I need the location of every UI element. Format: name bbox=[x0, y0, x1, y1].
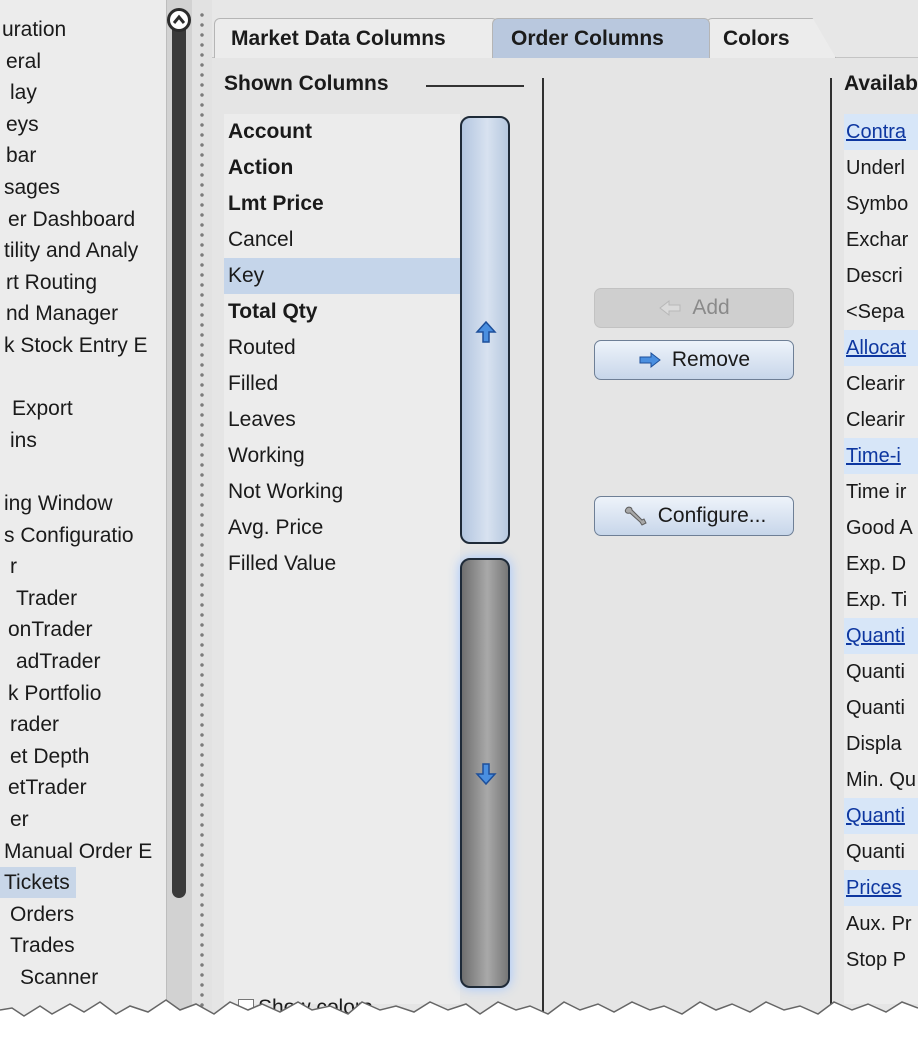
tree-item[interactable]: eral bbox=[0, 46, 41, 77]
available-column-item[interactable]: Underl bbox=[844, 150, 918, 186]
tree-item[interactable]: Tickets bbox=[0, 867, 76, 899]
shown-column-item[interactable]: Key bbox=[224, 258, 460, 294]
tree-item[interactable]: Trades bbox=[0, 930, 75, 961]
section-rule bbox=[426, 85, 524, 87]
available-column-group[interactable]: Quanti bbox=[844, 618, 918, 654]
tab-bar: Market Data Columns Colors Order Columns bbox=[212, 0, 918, 58]
available-column-item[interactable]: Symbo bbox=[844, 186, 918, 222]
shown-column-item[interactable]: Working bbox=[224, 438, 460, 474]
available-column-item[interactable]: Clearir bbox=[844, 402, 918, 438]
remove-button-label: Remove bbox=[671, 348, 751, 371]
configure-button[interactable]: Configure... bbox=[594, 496, 794, 536]
tree-item[interactable]: Trader bbox=[0, 583, 77, 614]
available-column-item[interactable]: Quanti bbox=[844, 834, 918, 870]
available-column-item[interactable]: Stop P bbox=[844, 942, 918, 978]
tree-item[interactable]: rader bbox=[0, 709, 59, 740]
column-divider bbox=[830, 78, 832, 1015]
tree-item[interactable]: er bbox=[0, 804, 29, 835]
available-column-group[interactable]: Time-i bbox=[844, 438, 918, 474]
wrench-icon bbox=[624, 507, 647, 527]
tab-colors[interactable]: Colors bbox=[706, 18, 836, 58]
available-column-item[interactable]: Min. Qu bbox=[844, 762, 918, 798]
arrow-down-icon bbox=[475, 763, 497, 786]
move-down-button[interactable] bbox=[460, 558, 510, 988]
tab-market-data-columns[interactable]: Market Data Columns bbox=[214, 18, 498, 58]
arrow-up-icon bbox=[475, 320, 497, 343]
tree-item[interactable]: Orders bbox=[0, 899, 74, 930]
available-column-group[interactable]: Quanti bbox=[844, 798, 918, 834]
tree-item[interactable]: ing Window bbox=[0, 488, 113, 519]
available-columns-header: Availab bbox=[844, 72, 918, 95]
tree-scrollbar-thumb[interactable] bbox=[172, 22, 186, 898]
tree-item[interactable]: adTrader bbox=[0, 646, 100, 677]
tree-item[interactable]: onTrader bbox=[0, 614, 92, 645]
tree-item[interactable]: bar bbox=[0, 140, 36, 171]
columns-config-panel: Market Data Columns Colors Order Columns… bbox=[212, 0, 918, 1019]
shown-column-item[interactable]: Avg. Price bbox=[224, 510, 460, 546]
tree-item[interactable]: lay bbox=[0, 77, 37, 108]
tree-item[interactable]: uration bbox=[0, 14, 66, 45]
shown-column-item[interactable]: Cancel bbox=[224, 222, 460, 258]
available-columns-list[interactable]: Contra Underl Symbo Exchar Descri <Sepa Alloca… bbox=[844, 114, 918, 1004]
shown-column-item[interactable]: Filled Value bbox=[224, 546, 460, 582]
shown-column-item[interactable]: Leaves bbox=[224, 402, 460, 438]
torn-edge-decoration bbox=[0, 999, 918, 1057]
chevron-up-icon bbox=[173, 14, 185, 24]
available-column-item[interactable]: Aux. Pr bbox=[844, 906, 918, 942]
move-up-button[interactable] bbox=[460, 116, 510, 544]
splitter-grip bbox=[200, 10, 204, 1010]
shown-column-item[interactable]: Action bbox=[224, 150, 460, 186]
shown-column-item[interactable]: Routed bbox=[224, 330, 460, 366]
available-column-item[interactable]: Exp. Ti bbox=[844, 582, 918, 618]
available-column-group[interactable]: Contra bbox=[844, 114, 918, 150]
shown-columns-list[interactable]: Account Action Lmt Price Cancel Key Total Qty… bbox=[224, 114, 460, 1004]
tree-item[interactable]: Manual Order E bbox=[0, 836, 152, 867]
tree-item[interactable]: sages bbox=[0, 172, 60, 203]
available-column-item[interactable]: Good A bbox=[844, 510, 918, 546]
settings-tree-panel: uration eral lay eys bar sages er Dashboard til… bbox=[0, 0, 192, 1015]
available-column-group[interactable]: Allocat bbox=[844, 330, 918, 366]
tree-item[interactable]: nd Manager bbox=[0, 298, 118, 329]
shown-column-item[interactable]: Filled bbox=[224, 366, 460, 402]
tree-item[interactable]: eys bbox=[0, 109, 39, 140]
tree-item[interactable]: rt Routing bbox=[0, 267, 97, 298]
available-column-item[interactable]: Quanti bbox=[844, 690, 918, 726]
tree-item[interactable]: k Stock Entry E bbox=[0, 330, 148, 361]
column-divider bbox=[542, 78, 544, 1015]
add-button-label: Add bbox=[692, 296, 730, 319]
tree-item[interactable]: k Portfolio bbox=[0, 678, 101, 709]
available-column-item[interactable]: Time ir bbox=[844, 474, 918, 510]
arrow-left-icon bbox=[659, 300, 681, 317]
available-column-item[interactable]: Descri bbox=[844, 258, 918, 294]
tree-item[interactable]: ins bbox=[0, 425, 37, 456]
available-column-item[interactable]: Clearir bbox=[844, 366, 918, 402]
arrow-right-icon bbox=[639, 352, 661, 369]
remove-button[interactable]: Remove bbox=[594, 340, 794, 380]
tab-content: Shown Columns Account Action Lmt Price Canc… bbox=[212, 58, 918, 1019]
available-column-item[interactable]: Exp. D bbox=[844, 546, 918, 582]
tree-item[interactable]: s Configuratio bbox=[0, 520, 134, 551]
tree-item[interactable]: etTrader bbox=[0, 772, 87, 803]
shown-column-item[interactable]: Lmt Price bbox=[224, 186, 460, 222]
tree-item[interactable]: tility and Analy bbox=[0, 235, 138, 266]
available-column-item[interactable]: Exchar bbox=[844, 222, 918, 258]
shown-column-item[interactable]: Not Working bbox=[224, 474, 460, 510]
configure-button-label: Configure... bbox=[657, 504, 767, 527]
shown-columns-header: Shown Columns bbox=[224, 72, 389, 95]
available-column-item[interactable]: Quanti bbox=[844, 654, 918, 690]
shown-column-item[interactable]: Account bbox=[224, 114, 460, 150]
tree-item[interactable]: r bbox=[0, 551, 17, 582]
panel-splitter[interactable] bbox=[192, 0, 212, 1015]
add-button[interactable]: Add bbox=[594, 288, 794, 328]
tree-item[interactable]: er Dashboard bbox=[0, 204, 135, 235]
shown-column-item[interactable]: Total Qty bbox=[224, 294, 460, 330]
available-column-item[interactable]: Displa bbox=[844, 726, 918, 762]
tree-item[interactable]: et Depth bbox=[0, 741, 89, 772]
tree-scroll-up-button[interactable] bbox=[167, 8, 191, 32]
tab-order-columns[interactable]: Order Columns bbox=[492, 18, 710, 58]
tree-item[interactable]: Scanner bbox=[0, 962, 98, 993]
available-column-item[interactable]: <Sepa bbox=[844, 294, 918, 330]
available-column-group[interactable]: Prices bbox=[844, 870, 918, 906]
tree-item[interactable]: Export bbox=[0, 393, 73, 424]
